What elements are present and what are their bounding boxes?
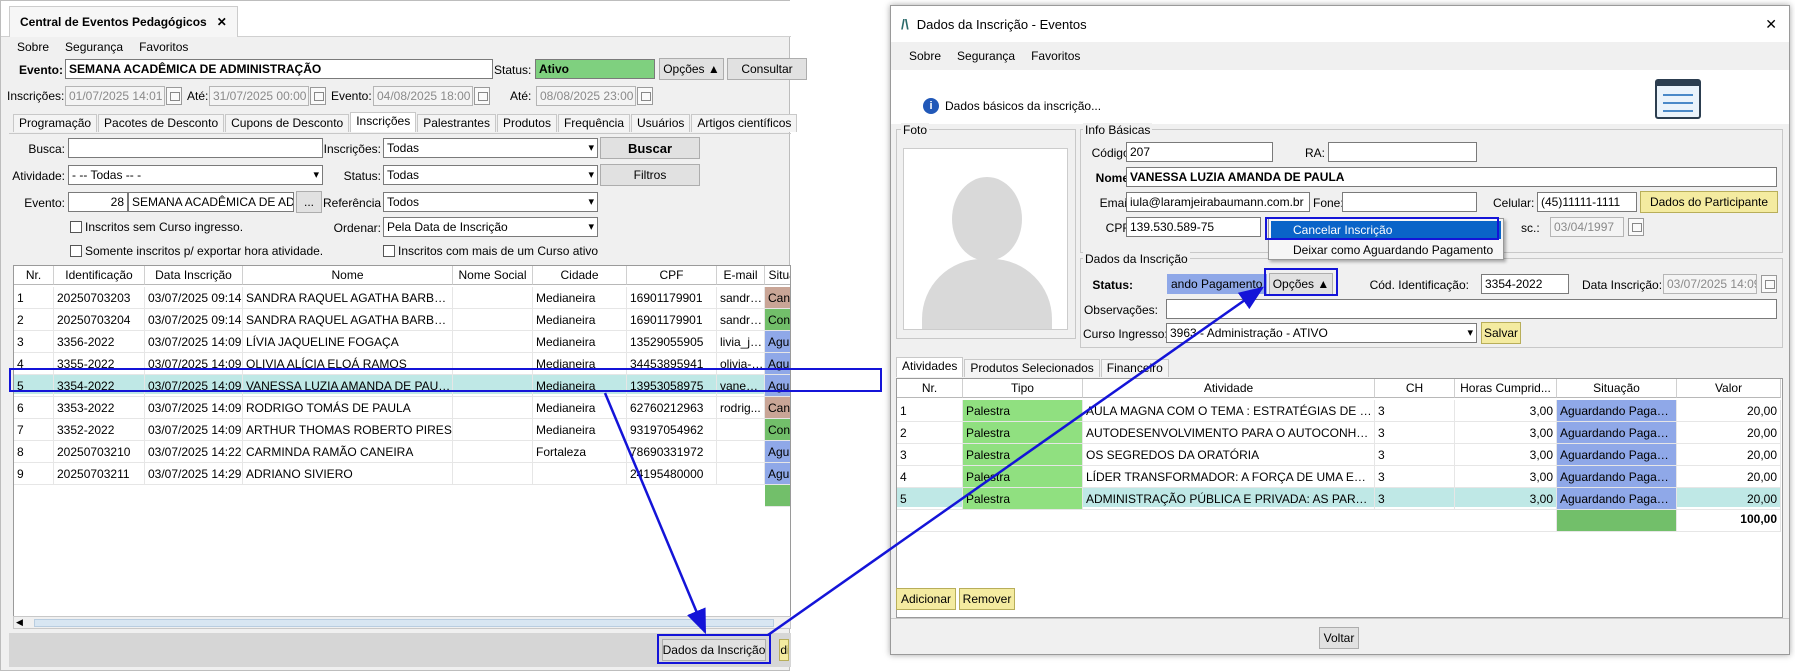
arrow-to-dados-button — [603, 392, 707, 635]
annotation-arrows — [603, 286, 1265, 637]
arrow-to-opcoes — [767, 286, 1265, 637]
